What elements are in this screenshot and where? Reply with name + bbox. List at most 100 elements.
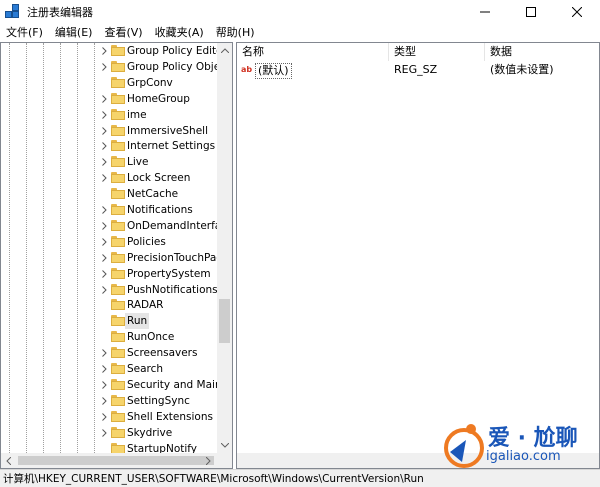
folder-icon (111, 156, 125, 168)
tree-item[interactable]: Live (1, 154, 217, 170)
tree-item-label: Search (127, 363, 164, 375)
expand-chevron-icon[interactable] (100, 107, 108, 123)
tree-item[interactable]: PrecisionTouchPad (1, 250, 223, 266)
expand-chevron-icon[interactable] (100, 345, 108, 361)
tree-item[interactable]: PropertySystem (1, 266, 217, 282)
scroll-down-arrow[interactable] (217, 438, 232, 453)
minimize-icon (480, 11, 490, 13)
menu-bar: 文件(F) 编辑(E) 查看(V) 收藏夹(A) 帮助(H) (0, 24, 600, 42)
tree-item[interactable]: Run (1, 313, 217, 330)
tree-item-label: Lock Screen (127, 172, 191, 185)
menu-help[interactable]: 帮助(H) (210, 24, 261, 42)
tree-item[interactable]: Group Policy Editor (1, 43, 227, 59)
expand-chevron-icon[interactable] (100, 393, 108, 409)
tree-item[interactable]: RunOnce (1, 329, 217, 345)
tree-item[interactable]: Security and Mainte (1, 377, 232, 393)
tree-item-label: PropertySystem (127, 267, 211, 280)
window-title: 注册表编辑器 (27, 6, 93, 19)
registry-values-pane[interactable]: 名称 类型 数据 ab (默认) REG_SZ (数值未设置) (236, 42, 600, 469)
tree-item[interactable]: Search (1, 361, 217, 377)
expand-chevron-icon[interactable] (100, 170, 108, 186)
folder-icon (111, 315, 125, 327)
expand-chevron-icon[interactable] (100, 266, 108, 282)
expand-chevron-icon[interactable] (100, 425, 108, 441)
folder-icon (111, 347, 125, 359)
chevron-left-icon (6, 456, 11, 465)
expand-chevron-icon[interactable] (100, 409, 108, 425)
expand-chevron-icon[interactable] (100, 123, 108, 139)
close-button[interactable] (554, 0, 600, 24)
chevron-down-icon (220, 443, 229, 448)
folder-icon (111, 60, 125, 72)
scroll-left-arrow[interactable] (1, 453, 16, 468)
scroll-right-arrow[interactable] (201, 453, 216, 468)
tree-item[interactable]: GrpConv (1, 75, 217, 91)
tree-item[interactable]: Lock Screen (1, 170, 217, 186)
value-row[interactable]: ab (默认) REG_SZ (数值未设置) (237, 61, 599, 79)
menu-favorites[interactable]: 收藏夹(A) (149, 24, 210, 42)
tree-vertical-scrollbar[interactable] (217, 43, 232, 453)
tree-item[interactable]: Shell Extensions (1, 409, 217, 425)
tree-item[interactable]: HomeGroup (1, 91, 217, 107)
value-data: (数值未设置) (490, 63, 554, 76)
tree-item-label: SettingSync (127, 394, 190, 407)
menu-view[interactable]: 查看(V) (98, 24, 148, 42)
expand-chevron-icon[interactable] (100, 361, 108, 377)
tree-item[interactable]: SettingSync (1, 393, 217, 409)
expand-chevron-icon[interactable] (100, 202, 108, 218)
tree-item-label: Run (125, 313, 150, 330)
watermark-url: igaliao.com (486, 449, 561, 464)
tree-item-label: Screensavers (127, 347, 198, 360)
expand-chevron-icon[interactable] (100, 59, 108, 75)
maximize-button[interactable] (508, 0, 554, 24)
tree-item[interactable]: NetCache (1, 186, 217, 202)
menu-file[interactable]: 文件(F) (0, 24, 49, 42)
expand-chevron-icon[interactable] (100, 377, 108, 393)
tree-item-label: PushNotifications (127, 283, 218, 296)
tree-item[interactable]: PushNotifications (1, 282, 218, 298)
status-path: 计算机\HKEY_CURRENT_USER\SOFTWARE\Microsoft… (3, 473, 424, 485)
column-header-type[interactable]: 类型 (389, 43, 485, 61)
tree-item-label: Skydrive (127, 426, 173, 439)
tree-vertical-scroll-thumb[interactable] (219, 299, 230, 343)
expand-chevron-icon[interactable] (100, 218, 108, 234)
registry-tree-pane[interactable]: Group Policy Editor Group Policy Objec Grp… (0, 42, 233, 469)
tree-item-label: ImmersiveShell (127, 124, 209, 137)
tree-item[interactable]: OnDemandInterface (1, 218, 232, 234)
column-header-data[interactable]: 数据 (485, 43, 599, 61)
column-header-name[interactable]: 名称 (237, 43, 389, 61)
tree-item[interactable]: Policies (1, 234, 217, 250)
tree-item-label: HomeGroup (127, 92, 190, 105)
minimize-button[interactable] (462, 0, 508, 24)
expand-chevron-icon[interactable] (100, 154, 108, 170)
tree-item[interactable]: Screensavers (1, 345, 217, 361)
tree-item[interactable]: RADAR (1, 297, 217, 313)
tree-item[interactable]: ime (1, 107, 217, 123)
tree-item-label: Group Policy Editor (127, 45, 227, 57)
tree-horizontal-scroll-thumb[interactable] (18, 456, 214, 465)
folder-icon (111, 92, 125, 104)
expand-chevron-icon[interactable] (100, 234, 108, 250)
folder-icon (111, 331, 125, 343)
expand-chevron-icon[interactable] (100, 250, 108, 266)
site-watermark: 爱 · 尬聊 igaliao.com (440, 418, 600, 474)
tree-horizontal-scrollbar[interactable] (1, 453, 232, 468)
tree-item-label: Policies (127, 235, 166, 248)
tree-item[interactable]: ImmersiveShell (1, 123, 217, 139)
tree-item[interactable]: Internet Settings (1, 138, 217, 154)
folder-icon (111, 172, 125, 184)
expand-chevron-icon[interactable] (100, 91, 108, 107)
expand-chevron-icon[interactable] (100, 43, 108, 59)
tree-item-label: GrpConv (127, 76, 173, 89)
menu-edit[interactable]: 编辑(E) (49, 24, 99, 42)
scroll-up-arrow[interactable] (217, 43, 232, 58)
tree-item[interactable]: Group Policy Objec (1, 59, 226, 75)
expand-chevron-icon[interactable] (100, 138, 108, 154)
folder-icon (111, 124, 125, 136)
expand-chevron-icon[interactable] (100, 282, 108, 298)
tree-item[interactable]: Notifications (1, 202, 217, 218)
tree-item[interactable]: Skydrive (1, 425, 217, 441)
title-bar: 注册表编辑器 (0, 0, 600, 24)
folder-icon (111, 45, 125, 56)
chevron-up-icon (220, 48, 229, 53)
